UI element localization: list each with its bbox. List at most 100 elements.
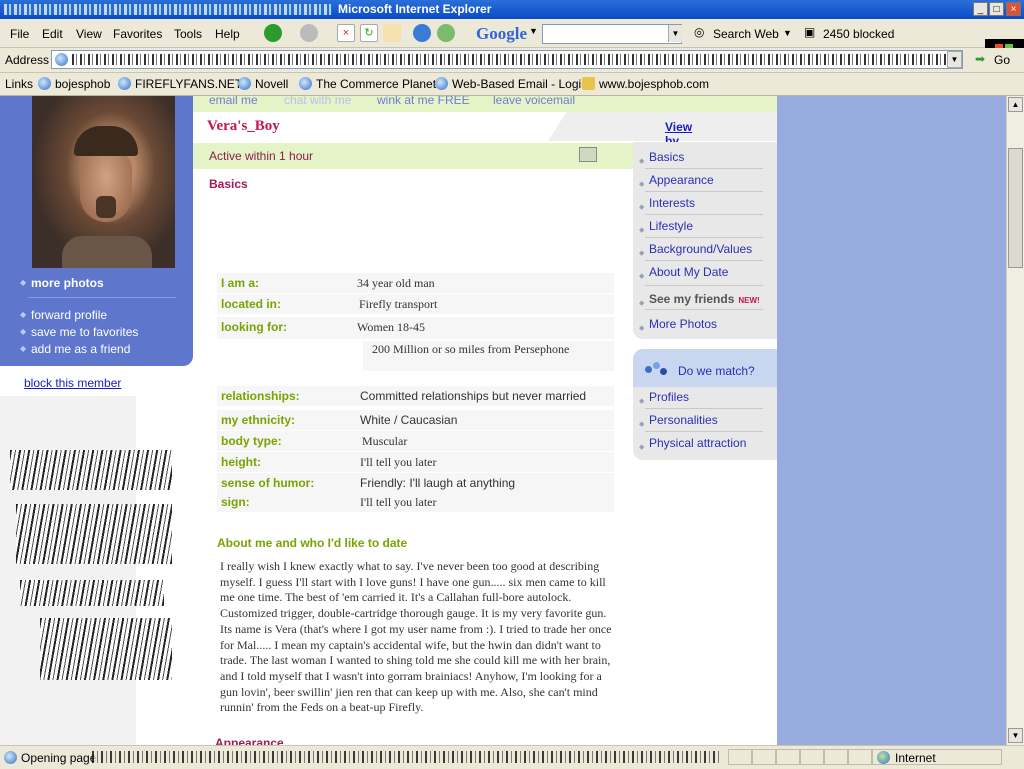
nav-bullet-icon: ◆ <box>639 250 645 257</box>
wink-link[interactable]: wink at me FREE <box>377 96 470 107</box>
link-bojesphob[interactable]: bojesphob <box>38 77 110 91</box>
link-web-email[interactable]: Web-Based Email - Login <box>435 77 588 91</box>
add-friend-link[interactable]: add me as a friend <box>31 342 130 356</box>
status-segment <box>728 749 752 765</box>
status-segment <box>848 749 872 765</box>
link-commerce-planet[interactable]: The Commerce Planet <box>299 77 436 91</box>
profile-row: I am a: 34 year old man <box>217 273 614 294</box>
page-viewport: ◆ more photos ◆ forward profile ◆ save m… <box>0 96 1006 745</box>
page-icon <box>55 53 68 66</box>
go-button[interactable]: Go <box>994 53 1010 67</box>
row-value: Women 18-45 <box>357 320 426 334</box>
forward-icon[interactable] <box>300 24 318 42</box>
link-fireflyfans[interactable]: FIREFLYFANS.NET <box>118 77 242 91</box>
search-web-button[interactable]: Search Web <box>713 27 779 41</box>
row-value: I'll tell you later <box>360 455 437 469</box>
history-icon[interactable] <box>437 24 455 42</box>
nav-bullet-icon: ◆ <box>639 300 645 307</box>
ie-page-icon <box>238 77 251 90</box>
bullet-icon: ◆ <box>20 327 27 336</box>
address-dropdown-icon[interactable]: ▼ <box>947 51 962 68</box>
refresh-icon[interactable]: ↻ <box>360 24 378 42</box>
zone-segment: Internet <box>872 749 1002 765</box>
more-photos-link[interactable]: more photos <box>31 276 104 290</box>
nav-divider <box>645 309 763 310</box>
scrambled-image <box>16 504 172 564</box>
menu-tools[interactable]: Tools <box>174 27 202 41</box>
action-tabs-bar: email me chat with me wink at me FREE le… <box>193 96 777 112</box>
link-novell[interactable]: Novell <box>238 77 288 91</box>
match-profiles[interactable]: Profiles <box>649 390 689 404</box>
nav-basics[interactable]: Basics <box>649 150 684 164</box>
row-label: body type: <box>221 434 282 448</box>
google-dropdown-icon[interactable]: ▼ <box>529 26 538 36</box>
address-label: Address <box>5 53 50 67</box>
scrambled-image <box>10 450 172 490</box>
email-me-link[interactable]: email me <box>209 96 258 107</box>
binoculars-icon: ◎ <box>694 25 705 39</box>
match-personalities[interactable]: Personalities <box>649 413 718 427</box>
menu-bar: File Edit View Favorites Tools Help × ↻ … <box>0 19 1024 66</box>
nav-interests[interactable]: Interests <box>649 196 695 210</box>
do-we-match-link[interactable]: Do we match? <box>678 364 755 378</box>
ie-page-icon <box>118 77 131 90</box>
row-label: relationships: <box>221 389 300 403</box>
status-segment <box>752 749 776 765</box>
profile-photo[interactable] <box>32 96 175 268</box>
profile-row: looking for: Women 18-45 <box>217 317 614 340</box>
molecule-icon <box>645 362 667 376</box>
nav-lifestyle[interactable]: Lifestyle <box>649 219 693 233</box>
google-search-dropdown-icon[interactable]: ▼ <box>668 25 682 42</box>
block-member-link[interactable]: block this member <box>24 376 121 390</box>
nav-appearance[interactable]: Appearance <box>649 173 714 187</box>
status-segment <box>824 749 848 765</box>
nav-more-photos[interactable]: More Photos <box>649 317 717 331</box>
nav-bullet-icon: ◆ <box>639 325 645 332</box>
forward-profile-link[interactable]: forward profile <box>31 308 107 322</box>
search-web-dropdown-icon[interactable]: ▼ <box>783 28 792 38</box>
media-icon[interactable] <box>413 24 431 42</box>
menu-help[interactable]: Help <box>215 27 240 41</box>
title-noise <box>4 4 332 15</box>
home-icon[interactable] <box>383 24 401 42</box>
google-search-input[interactable] <box>542 24 682 44</box>
back-icon[interactable] <box>264 24 282 42</box>
address-input[interactable] <box>51 50 963 69</box>
scrambled-image <box>20 580 164 606</box>
close-button[interactable]: × <box>1006 2 1021 16</box>
match-list: ◆ Profiles ◆ Personalities ◆ Physical at… <box>633 387 777 460</box>
active-status: Active within 1 hour <box>209 149 314 163</box>
nav-divider <box>645 214 763 215</box>
nav-about-my-date[interactable]: About My Date <box>649 265 728 279</box>
nav-bullet-icon: ◆ <box>639 227 645 234</box>
scroll-thumb[interactable] <box>1008 148 1023 268</box>
menu-edit[interactable]: Edit <box>42 27 63 41</box>
link-bojesphob-com[interactable]: www.bojesphob.com <box>582 77 709 91</box>
left-lower-background <box>0 396 136 745</box>
bullet-icon: ◆ <box>20 278 27 287</box>
maximize-button[interactable]: □ <box>989 2 1004 16</box>
basics-heading: Basics <box>209 177 248 191</box>
nav-see-friends[interactable]: See my friends NEW! <box>649 292 760 306</box>
bullet-icon: ◆ <box>20 344 27 353</box>
scroll-up-icon[interactable]: ▲ <box>1008 97 1023 112</box>
menu-favorites[interactable]: Favorites <box>113 27 162 41</box>
printer-icon[interactable] <box>579 147 597 162</box>
voicemail-link[interactable]: leave voicemail <box>493 96 575 107</box>
chat-with-me-link[interactable]: chat with me <box>284 96 351 107</box>
match-physical-attraction[interactable]: Physical attraction <box>649 436 746 450</box>
menu-file[interactable]: File <box>10 27 29 41</box>
vertical-scrollbar[interactable]: ▲ ▼ <box>1006 96 1024 745</box>
globe-icon <box>877 751 890 764</box>
minimize-button[interactable]: _ <box>973 2 988 16</box>
popup-blocked-count[interactable]: 2450 blocked <box>823 27 894 41</box>
status-segment <box>776 749 800 765</box>
save-favorites-link[interactable]: save me to favorites <box>31 325 138 339</box>
menu-view[interactable]: View <box>76 27 102 41</box>
row-label: I am a: <box>221 276 260 290</box>
stop-icon[interactable]: × <box>337 24 355 42</box>
profile-row: relationships: Committed relationships b… <box>217 386 614 407</box>
nav-background-values[interactable]: Background/Values <box>649 242 752 256</box>
scroll-down-icon[interactable]: ▼ <box>1008 728 1023 743</box>
go-arrow-icon[interactable]: ➡ <box>975 52 985 66</box>
